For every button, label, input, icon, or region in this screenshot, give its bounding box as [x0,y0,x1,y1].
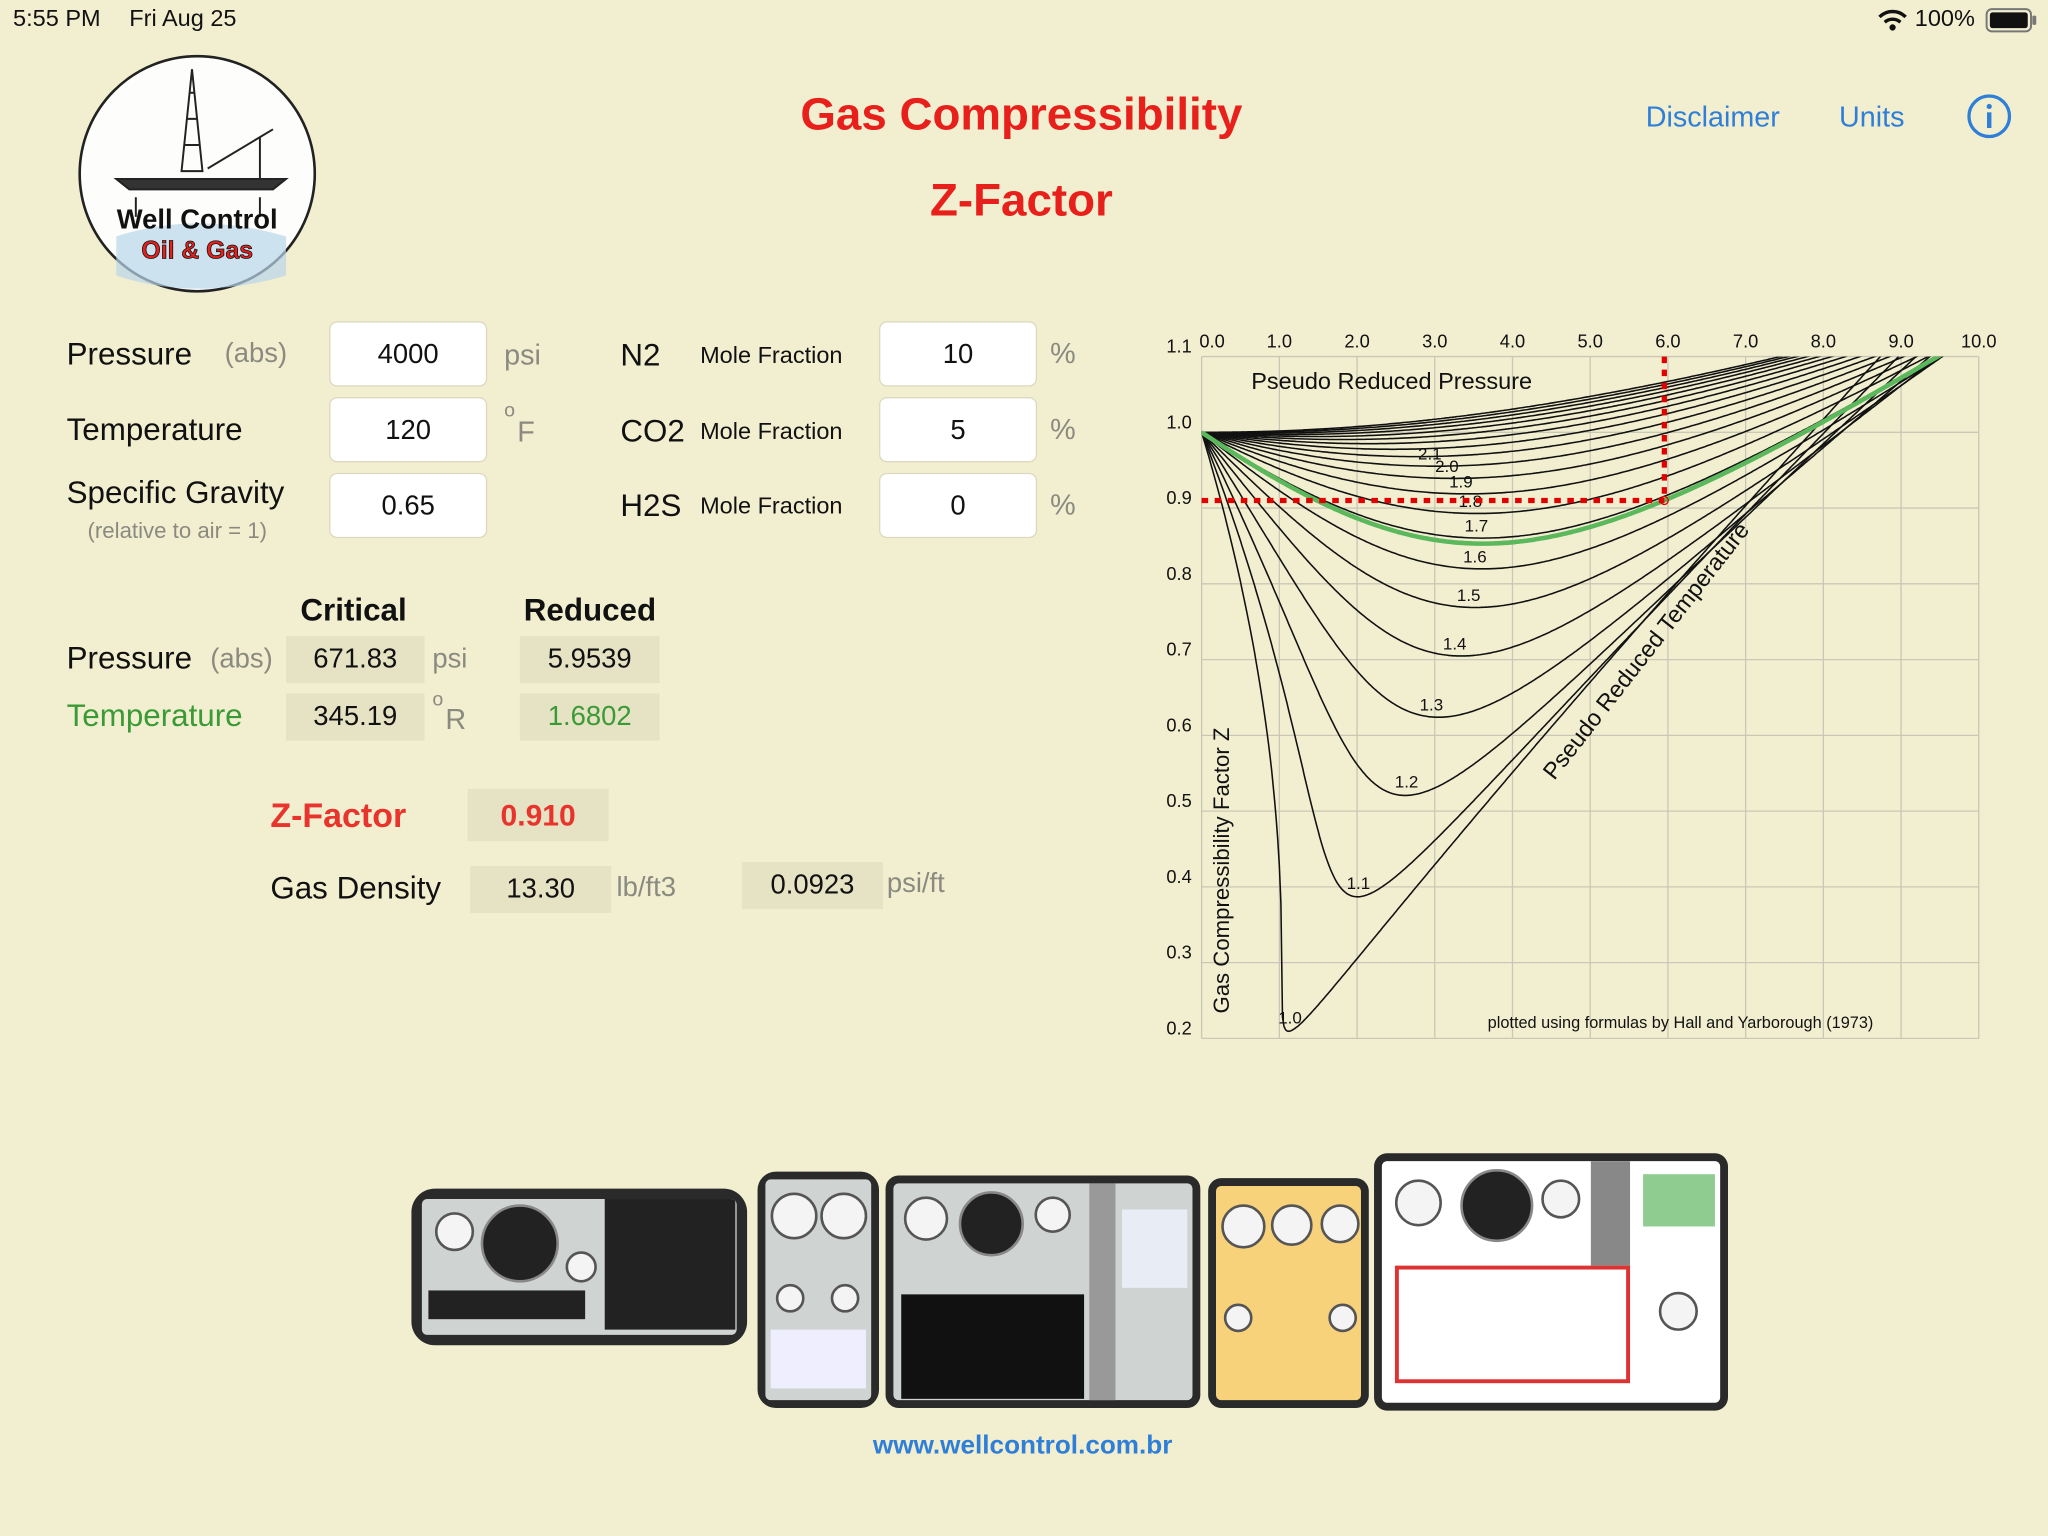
chart-series-label: Pseudo Reduced Temperature [1538,517,1754,784]
promo-ipad-pro-image[interactable] [1374,1153,1728,1411]
tr-curve-label: 1.4 [1443,634,1467,653]
y-tick-label: 0.2 [1166,1017,1191,1038]
promo-ipad-mini-image[interactable] [1208,1178,1369,1408]
y-tick-label: 1.1 [1166,336,1191,357]
y-tick-label: 0.6 [1166,714,1191,735]
x-tick-label: 8.0 [1811,330,1836,351]
x-tick-label: 5.0 [1577,330,1602,351]
tr-curve-label: 1.0 [1278,1008,1302,1027]
x-tick-label: 2.0 [1344,330,1369,351]
x-tick-label: 0.0 [1199,330,1224,351]
y-tick-label: 0.3 [1166,942,1191,963]
x-tick-label: 7.0 [1733,330,1758,351]
tr-curve-label: 1.2 [1395,773,1419,792]
y-tick-label: 0.4 [1166,866,1191,887]
tr-curve-label: 1.7 [1465,517,1489,536]
x-tick-label: 9.0 [1888,330,1913,351]
x-tick-label: 3.0 [1422,330,1447,351]
y-tick-label: 0.5 [1166,790,1191,811]
y-tick-label: 0.7 [1166,639,1191,660]
x-tick-label: 6.0 [1655,330,1680,351]
promo-iphone-portrait-image[interactable] [757,1171,880,1408]
promo-iphone-landscape-image[interactable] [411,1188,748,1346]
tr-curve-label: 1.3 [1420,696,1444,715]
tr-curve-label: 1.5 [1457,586,1481,605]
chart-footnote: plotted using formulas by Hall and Yarbo… [1488,1014,1874,1032]
x-tick-label: 4.0 [1500,330,1525,351]
x-tick-label: 1.0 [1267,330,1292,351]
chart-x-axis-title: Pseudo Reduced Pressure [1251,368,1532,394]
chart-grid [1200,355,1980,1040]
website-link[interactable]: www.wellcontrol.com.br [0,1432,2045,1462]
tr-curve-label: 2.1 [1418,445,1442,464]
y-tick-label: 0.8 [1166,563,1191,584]
x-tick-label: 10.0 [1961,330,1997,351]
y-tick-label: 1.0 [1166,411,1191,432]
z-factor-chart: 0.0 1.0 2.0 3.0 4.0 5.0 6.0 7.0 8.0 9.0 10.0 0.2 0.3… [1166,330,1997,1040]
tr-curve-label: 1.1 [1347,874,1371,893]
tr-curve-label: 1.6 [1463,547,1487,566]
chart-y-axis-title: Gas Compressibility Factor Z [1209,728,1234,1014]
y-tick-label: 0.9 [1166,487,1191,508]
app-screen: 5:55 PM Fri Aug 25 100% Well Control Oil… [0,0,2048,1536]
promo-ipad-drilling-image[interactable] [885,1175,1201,1408]
